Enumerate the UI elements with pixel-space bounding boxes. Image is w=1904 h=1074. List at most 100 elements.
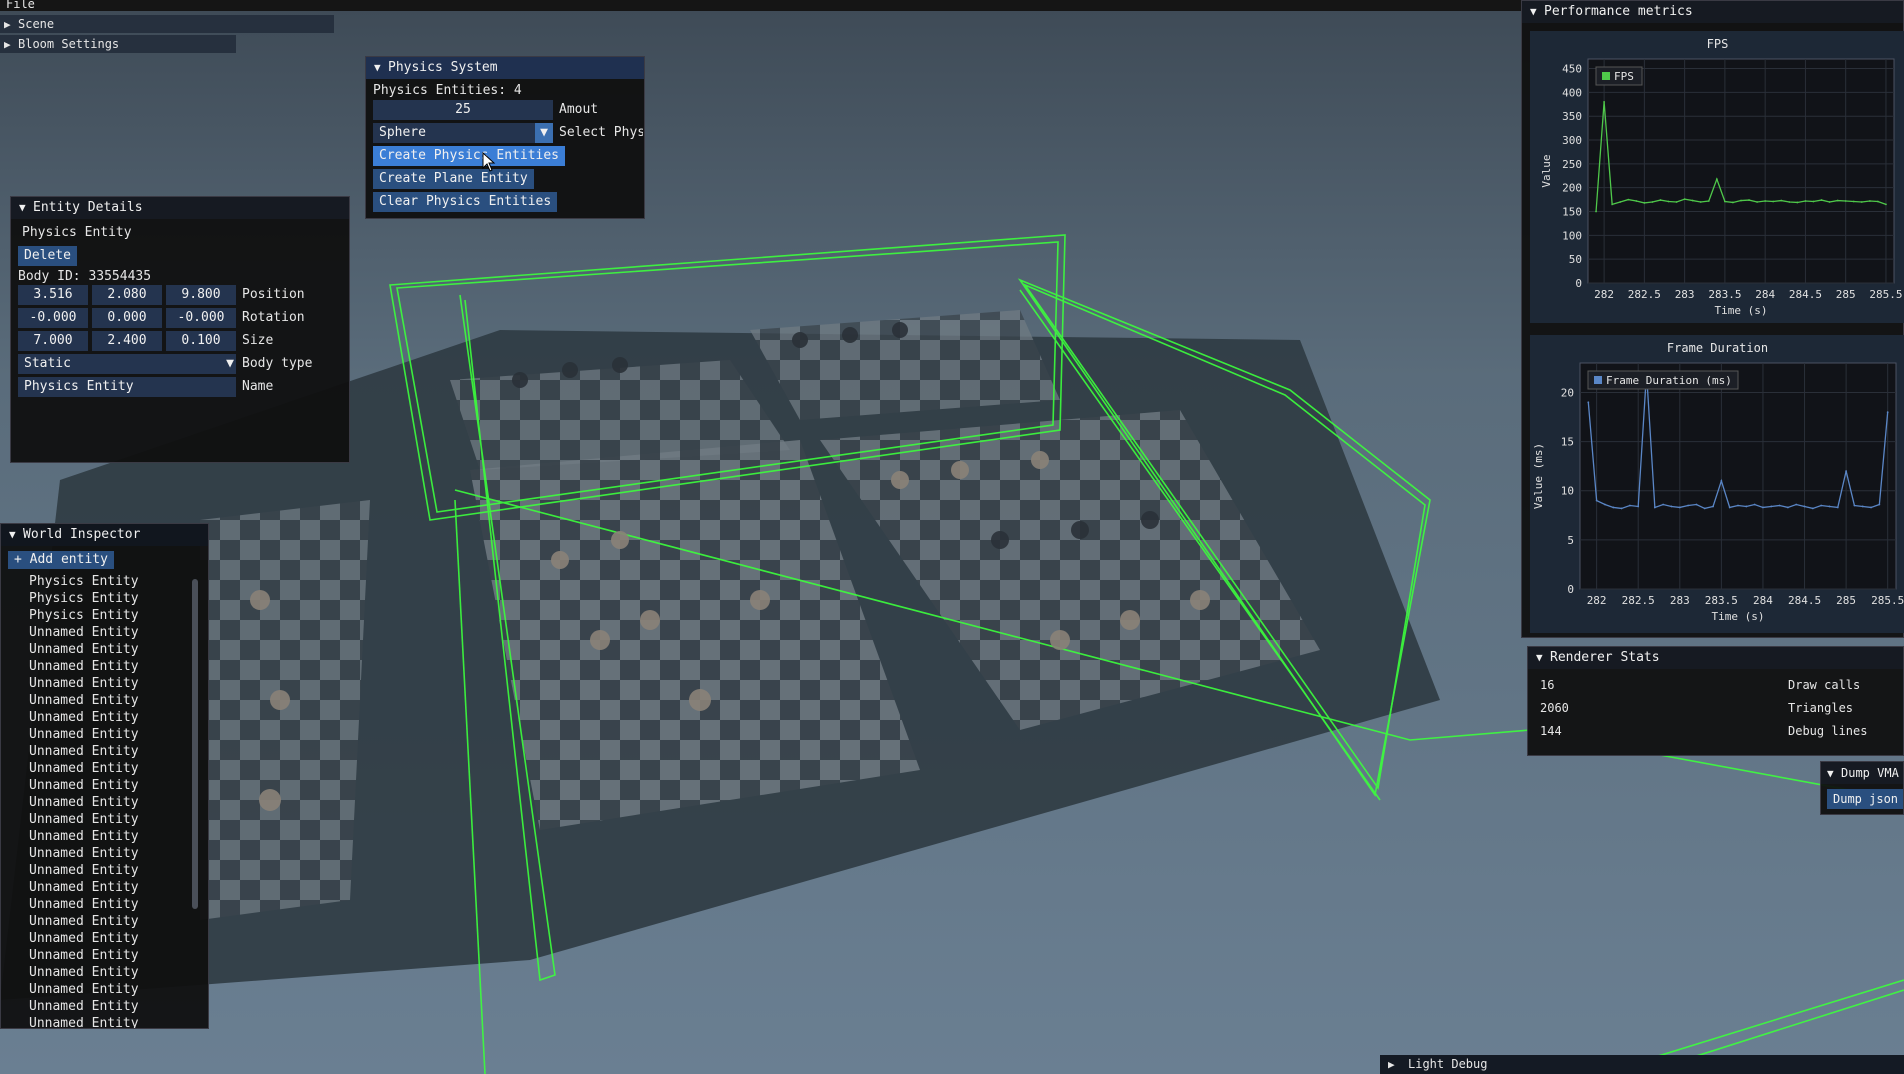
physics-system-header[interactable]: ▼ Physics System <box>366 57 644 79</box>
entity-list-item[interactable]: Unnamed Entity <box>1 913 191 930</box>
renderer-stats-header[interactable]: ▼ Renderer Stats <box>1528 647 1903 669</box>
data-point <box>1603 100 1606 103</box>
entity-list-item[interactable]: Unnamed Entity <box>1 879 191 896</box>
entity-list-item[interactable]: Unnamed Entity <box>1 862 191 879</box>
data-point <box>1852 200 1855 203</box>
rotation-x-input[interactable]: -0.000 <box>18 308 88 328</box>
name-input[interactable]: Physics Entity <box>18 377 236 397</box>
position-y-input[interactable]: 2.080 <box>92 285 162 305</box>
data-point <box>1853 504 1856 507</box>
entity-list-item[interactable]: Unnamed Entity <box>1 828 191 845</box>
data-point <box>1756 201 1759 203</box>
data-point <box>1870 506 1872 509</box>
entity-details-header[interactable]: ▼ Entity Details <box>11 197 349 219</box>
x-tick-label: 282 <box>1594 288 1614 301</box>
dump-json-button[interactable]: Dump json <box>1827 789 1903 809</box>
x-tick-label: 285 <box>1836 594 1856 607</box>
physics-system-window: ▼ Physics System Physics Entities: 4 25 A… <box>365 56 645 219</box>
chart-legend: FPS <box>1595 66 1643 86</box>
entity-list-item[interactable]: Unnamed Entity <box>1 794 191 811</box>
data-point <box>1635 200 1638 202</box>
data-point <box>1811 507 1814 510</box>
entity-list-item[interactable]: Unnamed Entity <box>1 1015 191 1028</box>
data-point <box>1675 201 1678 203</box>
data-point <box>1712 505 1714 508</box>
entity-list-item[interactable]: Unnamed Entity <box>1 896 191 913</box>
entity-list-item[interactable]: Unnamed Entity <box>1 777 191 794</box>
data-point <box>1728 506 1731 509</box>
data-point <box>1745 505 1748 508</box>
shape-select[interactable]: Sphere ▼ <box>373 123 553 143</box>
physics-entities-count: Physics Entities: 4 <box>373 83 522 98</box>
add-entity-button[interactable]: + Add entity <box>8 551 114 569</box>
size-z-input[interactable]: 0.100 <box>166 331 236 351</box>
y-axis-label: Value (ms) <box>1532 443 1545 509</box>
position-x-input[interactable]: 3.516 <box>18 285 88 305</box>
position-z-input[interactable]: 9.800 <box>166 285 236 305</box>
rotation-y-input[interactable]: 0.000 <box>92 308 162 328</box>
size-y-input[interactable]: 2.400 <box>92 331 162 351</box>
data-point <box>1740 199 1742 202</box>
clear-physics-entities-button[interactable]: Clear Physics Entities <box>373 192 558 212</box>
shape-label: Select Physic <box>559 125 643 140</box>
rotation-z-input[interactable]: -0.000 <box>166 308 236 328</box>
data-point <box>1878 503 1881 506</box>
world-inspector-window: ▼ World Inspector + Add entity Physics En… <box>0 523 209 1029</box>
create-plane-entity-button[interactable]: Create Plane Entity <box>373 169 534 189</box>
entity-list-item[interactable]: Unnamed Entity <box>1 947 191 964</box>
scene-header[interactable]: ▶ Scene <box>0 15 334 33</box>
entity-list-item[interactable]: Unnamed Entity <box>1 743 191 760</box>
entity-list-item[interactable]: Unnamed Entity <box>1 624 191 641</box>
delete-button[interactable]: Delete <box>18 246 77 266</box>
entity-list-item[interactable]: Unnamed Entity <box>1 658 191 675</box>
data-point <box>1659 199 1662 201</box>
data-point <box>1820 199 1823 201</box>
frame-duration-plot-area[interactable]: 20 15 10 5 0 282 282.5 283 283.5 284 284.5 285 285.5… <box>1530 335 1904 633</box>
create-physics-entities-button[interactable]: Create Physics Entities <box>373 146 566 166</box>
entity-list-item[interactable]: Unnamed Entity <box>1 981 191 998</box>
performance-metrics-header[interactable]: ▼ Performance metrics <box>1522 1 1903 23</box>
entity-list-item[interactable]: Unnamed Entity <box>1 709 191 726</box>
entity-list-item[interactable]: Unnamed Entity <box>1 998 191 1015</box>
menu-file[interactable]: File <box>6 0 35 11</box>
y-tick-label: 400 <box>1562 86 1582 99</box>
entity-list-item[interactable]: Unnamed Entity <box>1 930 191 947</box>
fps-plot-area[interactable]: 450 400 350 300 250 200 150 100 50 0 282 282.5 283 28… <box>1530 31 1904 323</box>
entity-list-item[interactable]: Unnamed Entity <box>1 760 191 777</box>
expand-right-icon: ▶ <box>4 38 11 51</box>
y-tick-label: 250 <box>1562 158 1582 171</box>
entity-list-item[interactable]: Unnamed Entity <box>1 845 191 862</box>
entity-list-item[interactable]: Unnamed Entity <box>1 675 191 692</box>
x-tick-label: 282 <box>1587 594 1607 607</box>
entity-list-item[interactable]: Unnamed Entity <box>1 811 191 828</box>
x-tick-label: 283 <box>1675 288 1695 301</box>
legend-swatch <box>1602 72 1610 80</box>
data-point <box>1796 201 1799 204</box>
entity-list-item[interactable]: Unnamed Entity <box>1 964 191 981</box>
renderer-stats-window: ▼ Renderer Stats 16 Draw calls 2060 Trian… <box>1527 646 1904 756</box>
data-point <box>1651 201 1654 203</box>
entity-list-item[interactable]: Physics Entity <box>1 590 191 607</box>
performance-metrics-window: ▼ Performance metrics FPS 450 400 350 300 250… <box>1521 0 1904 638</box>
x-tick-label: 284 <box>1755 288 1775 301</box>
entity-list-scrollbar[interactable] <box>192 579 198 909</box>
bloom-settings-header[interactable]: ▶ Bloom Settings <box>0 35 236 53</box>
entity-list-item[interactable]: Unnamed Entity <box>1 641 191 658</box>
data-point <box>1612 506 1615 509</box>
body-type-select[interactable]: Static ▼ <box>18 354 236 374</box>
y-axis-label: Value <box>1540 154 1553 187</box>
world-inspector-header[interactable]: ▼ World Inspector <box>1 524 208 546</box>
data-point <box>1720 480 1723 482</box>
light-debug-header[interactable]: ▶ Light Debug <box>1380 1055 1904 1074</box>
y-tick-label: 10 <box>1561 485 1574 498</box>
y-tick-label: 50 <box>1569 253 1582 266</box>
entity-list-item[interactable]: Physics Entity <box>1 607 191 624</box>
data-point <box>1795 503 1798 506</box>
entity-list-item[interactable]: Physics Entity <box>1 573 191 590</box>
size-x-input[interactable]: 7.000 <box>18 331 88 351</box>
amount-input[interactable]: 25 <box>373 100 553 120</box>
dump-vma-header[interactable]: ▼ Dump VMA <box>1821 762 1903 784</box>
entity-list-item[interactable]: Unnamed Entity <box>1 726 191 743</box>
data-point <box>1778 504 1781 507</box>
entity-list-item[interactable]: Unnamed Entity <box>1 692 191 709</box>
